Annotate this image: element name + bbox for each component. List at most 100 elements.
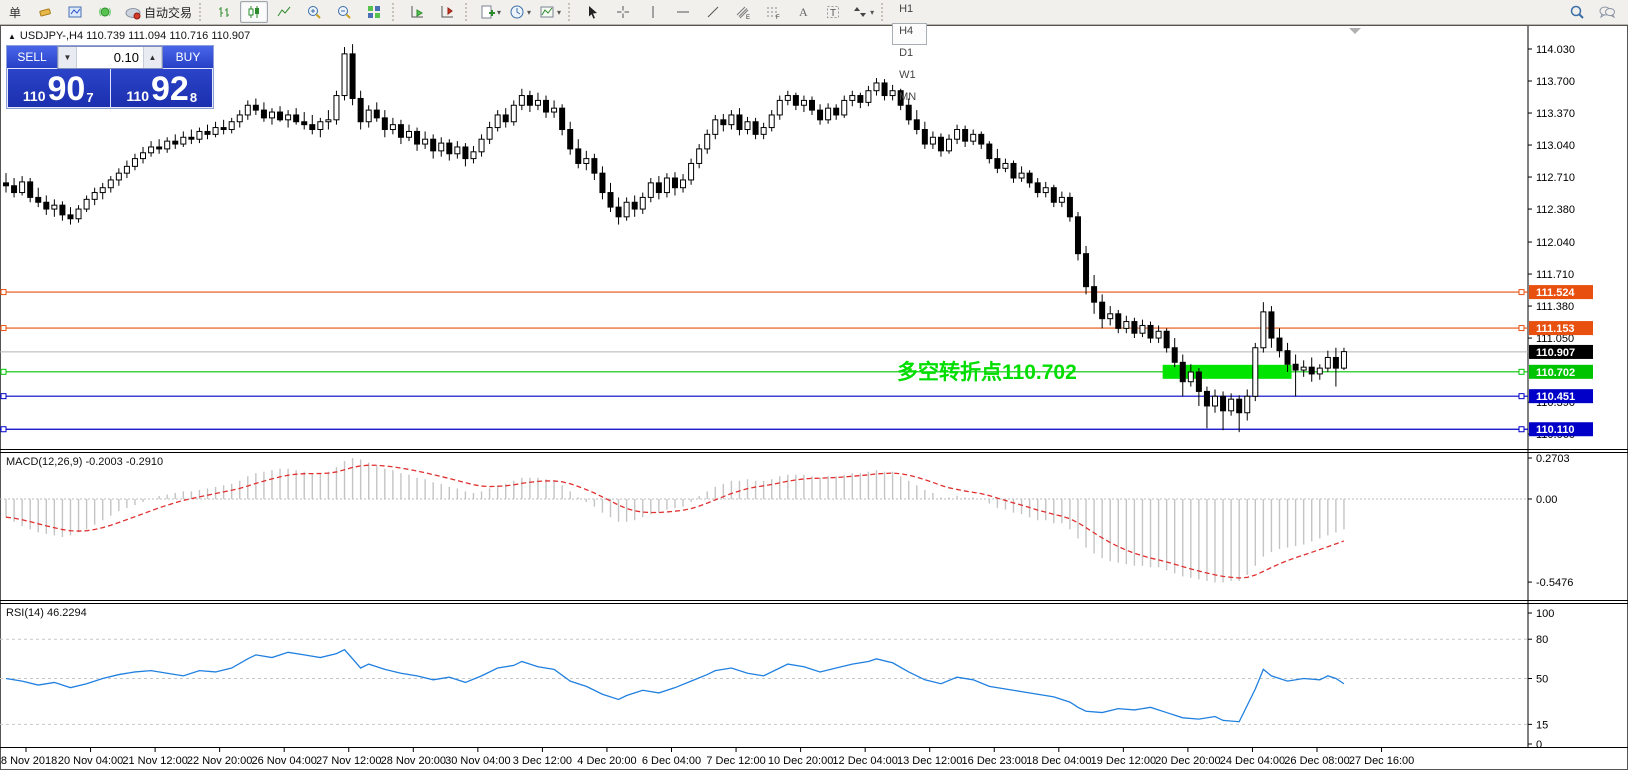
time-label: 19 Dec 12:00 — [1091, 755, 1156, 767]
rsi-indicator-label: RSI(14) 46.2294 — [6, 607, 87, 619]
chart-frame — [0, 25, 1628, 770]
bid-price[interactable]: 110 90 7 — [7, 69, 111, 107]
dropdown-caret: ▾ — [497, 7, 502, 17]
bar-chart-icon[interactable] — [210, 1, 238, 23]
svg-text:100: 100 — [1536, 608, 1554, 620]
zoom-in-icon[interactable] — [300, 1, 328, 23]
svg-text:110.907: 110.907 — [1536, 347, 1575, 359]
time-label: 3 Dec 12:00 — [513, 755, 572, 767]
channel-tool-icon[interactable]: E — [729, 1, 757, 23]
time-label: 16 Dec 23:00 — [962, 755, 1027, 767]
autotrade-label: 自动交易 — [144, 5, 193, 20]
chart-canvas[interactable]: 114.030 113.700 113.370 113.040 112.710 112.3… — [0, 0, 1628, 771]
line-handle — [1518, 325, 1525, 332]
horizontal-line-tool-icon[interactable] — [669, 1, 697, 23]
time-label: 10 Dec 20:00 — [768, 755, 833, 767]
cursor-icon[interactable] — [579, 1, 607, 23]
trendline-tool-icon[interactable] — [699, 1, 727, 23]
time-label: 7 Dec 12:00 — [706, 755, 765, 767]
volume-up-button[interactable]: ▲ — [143, 47, 162, 68]
svg-text:110.702: 110.702 — [1536, 367, 1575, 379]
svg-text:110.451: 110.451 — [1536, 391, 1575, 403]
time-label: 18 Nov 2018 — [0, 755, 57, 767]
chart-title: ▲ USDJPY-,H4 110.739 111.094 110.716 110.… — [8, 30, 251, 42]
ask-price[interactable]: 110 92 8 — [111, 69, 214, 107]
zoom-out-icon[interactable] — [330, 1, 358, 23]
svg-text:111.710: 111.710 — [1536, 269, 1574, 281]
svg-text:113.370: 113.370 — [1536, 108, 1575, 120]
chat-icon[interactable] — [1593, 1, 1621, 23]
timeframe-d1[interactable]: D1 — [892, 45, 927, 67]
volume-input[interactable] — [77, 47, 143, 68]
time-label: 27 Nov 12:00 — [316, 755, 381, 767]
time-label: 30 Nov 04:00 — [445, 755, 510, 767]
line-handle — [0, 368, 7, 375]
indicators-icon[interactable]: ▾ — [536, 1, 564, 23]
tile-windows-icon[interactable] — [360, 1, 388, 23]
line-chart-icon[interactable] — [270, 1, 298, 23]
line-handle — [1518, 393, 1525, 400]
svg-text:80: 80 — [1536, 634, 1548, 646]
timeframe-h4[interactable]: H4 — [892, 23, 928, 45]
dropdown-caret: ▾ — [870, 7, 875, 17]
gold-icon[interactable] — [31, 1, 59, 23]
fibonacci-tool-icon[interactable]: F — [759, 1, 787, 23]
svg-text:114.030: 114.030 — [1536, 44, 1575, 56]
svg-text:T: T — [830, 8, 836, 19]
bid-big: 90 — [47, 70, 86, 108]
line-handle — [1518, 426, 1525, 433]
annotation-text[interactable]: 多空转折点110.702 — [897, 360, 1077, 384]
periods-clock-icon[interactable]: ▾ — [506, 1, 534, 23]
arrows-tool-icon[interactable]: ▾ — [849, 1, 877, 23]
new-template-icon[interactable]: ▾ — [476, 1, 504, 23]
svg-text:-0.5476: -0.5476 — [1536, 577, 1573, 589]
time-label: 4 Dec 20:00 — [577, 755, 636, 767]
line-handle — [0, 289, 7, 296]
timeframe-h1[interactable]: H1 — [892, 1, 927, 23]
toolbar-separator — [465, 3, 472, 21]
svg-text:50: 50 — [1536, 674, 1548, 686]
svg-text:113.040: 113.040 — [1536, 140, 1575, 152]
svg-text:110.110: 110.110 — [1536, 424, 1575, 436]
bid-prefix: 110 — [22, 88, 46, 104]
volume-down-button[interactable]: ▼ — [58, 47, 77, 68]
time-label: 20 Nov 04:00 — [58, 755, 123, 767]
crosshair-icon[interactable] — [609, 1, 637, 23]
sell-button[interactable]: SELL — [7, 46, 57, 69]
timeframe-mn[interactable]: MN — [892, 89, 927, 111]
auto-scroll-icon[interactable] — [403, 1, 431, 23]
toolbar-separator — [881, 3, 888, 21]
time-label: 12 Dec 04:00 — [832, 755, 897, 767]
line-handle — [0, 393, 7, 400]
line-handle — [1518, 368, 1525, 375]
text-tool-icon[interactable]: A — [789, 1, 817, 23]
search-icon[interactable] — [1563, 1, 1591, 23]
toolbar-separator — [392, 3, 399, 21]
line-handle — [0, 426, 7, 433]
signal-icon[interactable] — [91, 1, 119, 23]
dropdown-caret: ▾ — [557, 7, 562, 17]
toolbar-separator — [568, 3, 575, 21]
toolbar-separator — [199, 3, 206, 21]
time-label: 20 Dec 20:00 — [1155, 755, 1220, 767]
autotrade-button[interactable]: 自动交易 — [121, 1, 195, 23]
vertical-line-tool-icon[interactable] — [639, 1, 667, 23]
volume-control: ▼ ▲ — [57, 46, 163, 69]
timeframe-w1[interactable]: W1 — [892, 67, 927, 89]
buy-button[interactable]: BUY — [163, 46, 213, 69]
one-click-trade-panel: SELL ▼ ▲ BUY 110 90 7 110 92 8 — [6, 45, 214, 109]
expand-triangle-icon[interactable]: ▲ — [8, 32, 16, 41]
svg-text:A: A — [799, 5, 808, 19]
time-label: 6 Dec 04:00 — [642, 755, 701, 767]
svg-text:112.380: 112.380 — [1536, 204, 1575, 216]
candlestick-chart-icon[interactable] — [240, 1, 269, 23]
time-label: 24 Dec 04:00 — [1220, 755, 1285, 767]
market-watch-icon[interactable] — [61, 1, 89, 23]
time-label: 21 Nov 12:00 — [122, 755, 187, 767]
text-label-tool-icon[interactable]: T — [819, 1, 847, 23]
svg-text:111.524: 111.524 — [1536, 287, 1575, 299]
new-order-button[interactable]: 单 — [1, 1, 29, 23]
svg-text:15: 15 — [1536, 719, 1548, 731]
svg-text:E: E — [746, 15, 750, 20]
chart-shift-icon[interactable] — [433, 1, 461, 23]
